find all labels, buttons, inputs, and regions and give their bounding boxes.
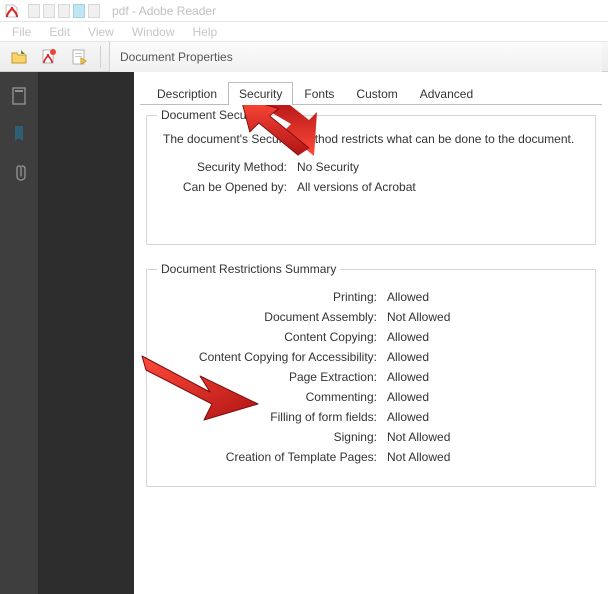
restriction-value: Not Allowed (387, 450, 450, 464)
main-area: Description Security Fonts Custom Advanc… (0, 72, 608, 594)
restriction-value: Allowed (387, 370, 429, 384)
restriction-value: Allowed (387, 290, 429, 304)
menu-window[interactable]: Window (124, 23, 183, 41)
tab-description[interactable]: Description (146, 82, 228, 105)
toolbar-create-pdf-button[interactable] (36, 45, 62, 69)
restriction-signing: Signing: Not Allowed (157, 430, 585, 444)
adobe-reader-icon (4, 3, 20, 19)
restriction-commenting: Commenting: Allowed (157, 390, 585, 404)
dialog-title: Document Properties (109, 42, 602, 72)
document-restrictions-legend: Document Restrictions Summary (157, 262, 340, 276)
restriction-page-extraction: Page Extraction: Allowed (157, 370, 585, 384)
document-security-group: Document Security The document's Securit… (146, 115, 596, 245)
security-method-value: No Security (297, 160, 359, 174)
restriction-document-assembly: Document Assembly: Not Allowed (157, 310, 585, 324)
window-thumbnails (28, 4, 100, 18)
menu-file[interactable]: File (4, 23, 39, 41)
restriction-label: Filling of form fields: (157, 410, 387, 424)
restriction-value: Not Allowed (387, 430, 450, 444)
menu-view[interactable]: View (80, 23, 122, 41)
restriction-label: Document Assembly: (157, 310, 387, 324)
can-be-opened-by-label: Can be Opened by: (157, 180, 297, 194)
restriction-label: Content Copying for Accessibility: (157, 350, 387, 364)
toolbar-export-button[interactable] (66, 45, 92, 69)
restriction-filling-form-fields: Filling of form fields: Allowed (157, 410, 585, 424)
restriction-value: Allowed (387, 390, 429, 404)
restriction-printing: Printing: Allowed (157, 290, 585, 304)
restriction-content-copying-accessibility: Content Copying for Accessibility: Allow… (157, 350, 585, 364)
toolbar-separator (100, 46, 101, 68)
restriction-value: Not Allowed (387, 310, 450, 324)
menu-edit[interactable]: Edit (41, 23, 78, 41)
security-method-label: Security Method: (157, 160, 297, 174)
security-method-row: Security Method: No Security (157, 160, 585, 174)
tab-fonts[interactable]: Fonts (293, 82, 345, 105)
tab-custom[interactable]: Custom (345, 82, 408, 105)
properties-tabs: Description Security Fonts Custom Advanc… (146, 80, 608, 104)
bookmarks-icon[interactable] (9, 124, 29, 144)
restriction-label: Signing: (157, 430, 387, 444)
restriction-value: Allowed (387, 350, 429, 364)
tab-security[interactable]: Security (228, 82, 293, 105)
security-description-text: The document's Security Method restricts… (163, 132, 585, 146)
can-be-opened-by-value: All versions of Acrobat (297, 180, 416, 194)
toolbar: Document Properties (0, 42, 608, 72)
restriction-label: Creation of Template Pages: (157, 450, 387, 464)
restriction-content-copying: Content Copying: Allowed (157, 330, 585, 344)
restriction-label: Printing: (157, 290, 387, 304)
page-thumbnails-icon[interactable] (9, 86, 29, 106)
restriction-value: Allowed (387, 330, 429, 344)
document-view-background (38, 72, 134, 594)
document-restrictions-group: Document Restrictions Summary Printing: … (146, 269, 596, 487)
restriction-label: Commenting: (157, 390, 387, 404)
menu-help[interactable]: Help (185, 23, 226, 41)
restriction-value: Allowed (387, 410, 429, 424)
restriction-label: Page Extraction: (157, 370, 387, 384)
document-properties-panel: Description Security Fonts Custom Advanc… (134, 72, 608, 594)
restriction-label: Content Copying: (157, 330, 387, 344)
window-title: pdf - Adobe Reader (112, 4, 216, 18)
titlebar: pdf - Adobe Reader (0, 0, 608, 22)
menubar: File Edit View Window Help (0, 22, 608, 42)
attachments-icon[interactable] (9, 162, 29, 182)
document-security-legend: Document Security (157, 108, 266, 122)
toolbar-open-button[interactable] (6, 45, 32, 69)
can-be-opened-by-row: Can be Opened by: All versions of Acroba… (157, 180, 585, 194)
nav-sidebar (0, 72, 38, 594)
tab-advanced[interactable]: Advanced (409, 82, 484, 105)
restriction-template-pages: Creation of Template Pages: Not Allowed (157, 450, 585, 464)
tab-content: Document Security The document's Securit… (140, 104, 602, 487)
